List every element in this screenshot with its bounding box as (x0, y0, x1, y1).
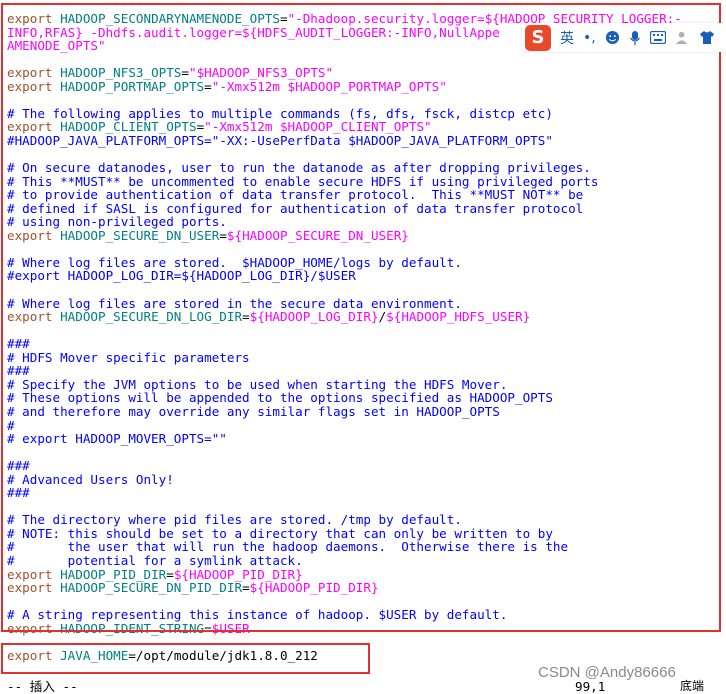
code-line[interactable]: # (7, 418, 15, 433)
code-token: = (204, 78, 212, 94)
code-token: =/opt/module/jdk1.8.0_212 (128, 647, 318, 663)
cursor-position: 99,1 (575, 679, 606, 694)
code-line[interactable]: export HADOOP_PID_DIR=${HADOOP_PID_DIR} (7, 567, 303, 582)
code-token: export (7, 647, 61, 663)
code-token: AMENODE_OPTS" (7, 38, 106, 54)
code-token: export (7, 620, 61, 636)
code-token: $USER (211, 620, 250, 636)
code-line[interactable]: # Specify the JVM options to be used whe… (7, 378, 507, 392)
code-line[interactable]: # and therefore may override any similar… (7, 405, 500, 419)
code-token: export (7, 580, 61, 596)
code-line[interactable]: # Where log files are stored in the secu… (7, 296, 462, 311)
code-token: # HDFS Mover specific parameters (7, 349, 250, 365)
code-line[interactable]: # using non-privileged ports. (7, 215, 227, 229)
code-token: "-Xmx512m $HADOOP_PORTMAP_OPTS" (211, 78, 447, 94)
code-line[interactable]: #HADOOP_JAVA_PLATFORM_OPTS="-XX:-UsePerf… (7, 134, 553, 148)
ime-toolbar: S 英 •, (522, 23, 726, 52)
code-token: export (7, 309, 61, 325)
code-line[interactable]: # The directory where pid files are stor… (7, 513, 462, 527)
code-token: #HADOOP_JAVA_PLATFORM_OPTS="-XX:-UsePerf… (7, 132, 553, 148)
code-line[interactable]: export JAVA_HOME=/opt/module/jdk1.8.0_21… (7, 649, 318, 663)
vim-statusbar: -- 插入 -- 99,1 底端 (0, 679, 726, 694)
code-line[interactable]: export HADOOP_SECURE_DN_LOG_DIR=${HADOOP… (7, 310, 530, 324)
punctuation-toggle-button[interactable]: •, (583, 30, 596, 46)
lang-toggle-button[interactable]: 英 (560, 28, 574, 48)
code-line[interactable]: # These options will be appended to the … (7, 391, 553, 405)
code-token: # and therefore may override any similar… (7, 403, 500, 419)
code-token: = (242, 580, 250, 596)
keyboard-icon[interactable] (649, 31, 666, 44)
code-line[interactable]: # defined if SASL is configured for auth… (7, 201, 583, 216)
code-line[interactable]: # HDFS Mover specific parameters (7, 349, 250, 365)
code-token: HADOOP_IDENT_STRING (60, 620, 205, 636)
code-line[interactable]: export HADOOP_PORTMAP_OPTS="-Xmx512m $HA… (7, 78, 447, 94)
code-token: # Advanced Users Only! (7, 471, 174, 487)
code-line[interactable]: ### (7, 486, 30, 500)
code-token: export (7, 227, 61, 243)
code-line[interactable]: export HADOOP_SECURE_DN_USER=${HADOOP_SE… (7, 227, 409, 243)
code-token: JAVA_HOME (60, 647, 129, 663)
code-line[interactable]: #export HADOOP_LOG_DIR=${HADOOP_LOG_DIR}… (7, 269, 356, 283)
emoji-icon[interactable] (605, 30, 620, 45)
code-token: = (204, 620, 212, 636)
microphone-icon[interactable] (629, 30, 641, 46)
code-line[interactable]: export HADOOP_CLIENT_OPTS="-Xmx512m $HAD… (7, 120, 432, 134)
skin-icon[interactable] (699, 30, 715, 45)
scroll-position: 底端 (680, 679, 705, 693)
code-line[interactable]: export HADOOP_IDENT_STRING=$USER (7, 620, 250, 636)
code-token: HADOOP_PORTMAP_OPTS (60, 78, 205, 94)
code-line[interactable]: # This **MUST** be uncommented to enable… (7, 174, 598, 189)
code-line[interactable]: # to provide authentication of data tran… (7, 188, 583, 202)
code-line[interactable]: export HADOOP_NFS3_OPTS="$HADOOP_NFS3_OP… (7, 66, 333, 80)
code-token: HADOOP_SECURE_DN_USER (60, 227, 220, 243)
code-line[interactable]: # potential for a symlink attack. (7, 554, 303, 568)
code-line[interactable]: ### (7, 459, 30, 473)
code-token: #export HADOOP_LOG_DIR=${HADOOP_LOG_DIR}… (7, 268, 356, 284)
code-token: ${HADOOP_LOG_DIR} (249, 309, 379, 325)
code-line[interactable]: INFO,RFAS} -Dhdfs.audit.logger=${HDFS_AU… (7, 25, 500, 40)
sogou-logo-icon[interactable]: S (525, 24, 551, 51)
code-token: HADOOP_SECURE_DN_LOG_DIR (60, 309, 243, 325)
code-line[interactable]: export HADOOP_SECURE_DN_PID_DIR=${HADOOP… (7, 581, 379, 595)
code-line[interactable]: # On secure datanodes, user to run the d… (7, 161, 591, 175)
code-token: # export HADOOP_MOVER_OPTS="" (7, 431, 227, 447)
code-token: ${HADOOP_HDFS_USER} (386, 309, 531, 325)
code-line[interactable]: ### (7, 337, 30, 351)
code-token: HADOOP_SECURE_DN_PID_DIR (60, 580, 243, 596)
code-line[interactable]: # The following applies to multiple comm… (7, 107, 553, 121)
code-token: export (7, 78, 61, 94)
code-token: = (219, 227, 227, 243)
user-icon[interactable] (675, 30, 690, 45)
code-token: ### (7, 485, 30, 501)
code-line[interactable]: # A string representing this instance of… (7, 608, 507, 622)
code-line[interactable]: # NOTE: this should be set to a director… (7, 527, 553, 541)
code-token: ${HADOOP_PID_DIR} (249, 580, 379, 596)
mode-indicator: -- 插入 -- (7, 679, 78, 694)
code-line[interactable]: # Where log files are stored. $HADOOP_HO… (7, 256, 462, 270)
code-line[interactable]: # Advanced Users Only! (7, 471, 174, 487)
code-token: = (242, 309, 250, 325)
code-line[interactable]: # export HADOOP_MOVER_OPTS="" (7, 432, 227, 446)
code-line[interactable]: AMENODE_OPTS" (7, 39, 106, 53)
vim-editor[interactable]: export HADOOP_SECONDARYNAMENODE_OPTS="-D… (0, 0, 726, 694)
code-line[interactable]: ### (7, 364, 30, 378)
code-line[interactable]: # the user that will run the hadoop daem… (7, 540, 568, 554)
code-token: ${HADOOP_SECURE_DN_USER} (226, 227, 409, 243)
